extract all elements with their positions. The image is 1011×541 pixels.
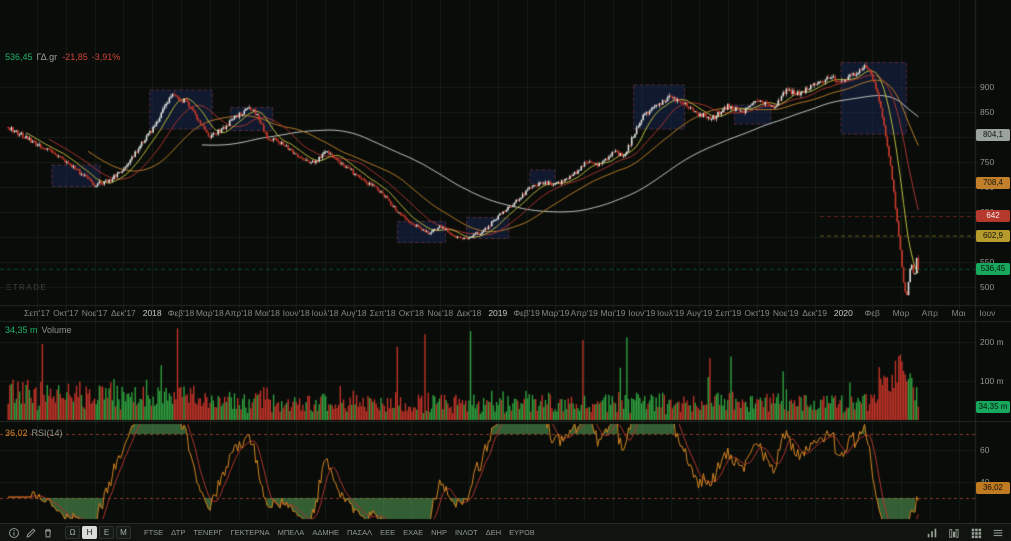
column-chart-icon <box>948 527 960 539</box>
column-chart-button[interactable] <box>945 526 962 540</box>
ticker-button[interactable]: ΕΥΡΩΒ <box>509 528 535 537</box>
info-button[interactable] <box>5 526 22 540</box>
bar-chart-button[interactable] <box>923 526 940 540</box>
ticker-button[interactable]: ΙΝΛΟΤ <box>455 528 478 537</box>
pencil-icon <box>25 527 37 539</box>
chart-window: 536,45 ΓΔ.gr -21,85 -3,91% ΞTRADE 34,35 m Vo… <box>0 0 1011 541</box>
info-icon <box>8 527 20 539</box>
grid-button[interactable] <box>967 526 984 540</box>
ticker-button[interactable]: ΔΤΡ <box>171 528 185 537</box>
trash-icon <box>42 527 54 539</box>
timeframe-button-Η[interactable]: Η <box>82 526 97 539</box>
ticker-button[interactable]: ΓΕΚΤΕΡΝΑ <box>230 528 269 537</box>
draw-button[interactable] <box>22 526 39 540</box>
ticker-button[interactable]: ΤΕΝΕΡΓ <box>193 528 222 537</box>
ticker-button[interactable]: ΑΔΜΗΕ <box>312 528 339 537</box>
delete-button[interactable] <box>39 526 56 540</box>
menu-icon <box>992 527 1004 539</box>
bottom-toolbar: ΩΗΕΜ FTSE ΔΤΡ ΤΕΝΕΡΓ ΓΕΚΤΕΡΝΑ ΜΠΕΛΑ ΑΔΜΗΕ ΠΑΣΑ… <box>0 523 1011 541</box>
ticker-button[interactable]: ΝΗΡ <box>431 528 447 537</box>
ticker-button[interactable]: ΕΧΑΕ <box>403 528 423 537</box>
price-chart-canvas[interactable] <box>0 0 1011 523</box>
timeframe-button-Ε[interactable]: Ε <box>99 526 114 539</box>
bar-chart-icon <box>926 527 938 539</box>
symbol-name[interactable]: ΓΔ.gr <box>37 52 58 62</box>
ticker-button[interactable]: ΔΕΗ <box>486 528 501 537</box>
ticker-button[interactable]: ΠΑΣΑΛ <box>347 528 372 537</box>
menu-button[interactable] <box>989 526 1006 540</box>
ticker-button[interactable]: ΜΠΕΛΑ <box>278 528 305 537</box>
timeframe-button-Ω[interactable]: Ω <box>65 526 80 539</box>
grid-icon <box>970 527 982 539</box>
ticker-button[interactable]: FTSE <box>144 528 163 537</box>
ticker-button[interactable]: ΕΕΕ <box>380 528 395 537</box>
timeframe-button-Μ[interactable]: Μ <box>116 526 131 539</box>
